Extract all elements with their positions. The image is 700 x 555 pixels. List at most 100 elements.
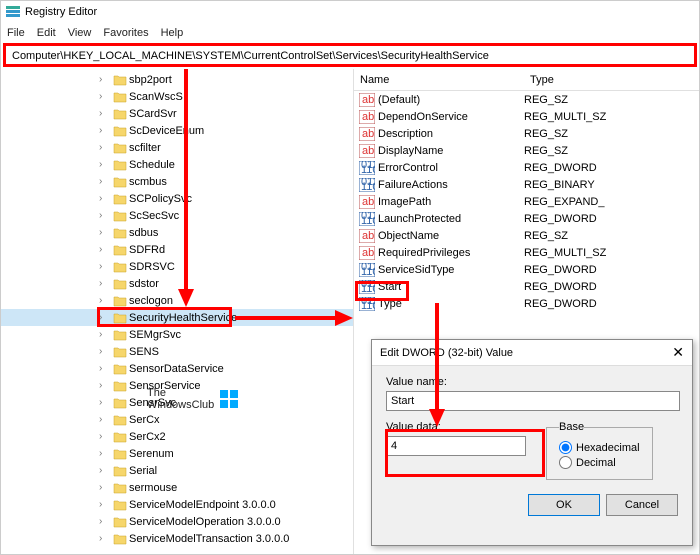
tree-item[interactable]: › SEMgrSvc [1, 326, 353, 343]
value-row[interactable]: ab(Default)REG_SZ [354, 91, 699, 108]
chevron-right-icon[interactable]: › [99, 465, 111, 476]
value-row[interactable]: 011110ServiceSidTypeREG_DWORD [354, 261, 699, 278]
window-title: Registry Editor [25, 6, 97, 18]
chevron-right-icon[interactable]: › [99, 312, 111, 323]
dec-label: Decimal [576, 457, 616, 469]
tree-item[interactable]: ›SecurityHealthService [1, 309, 353, 326]
dialog-titlebar[interactable]: Edit DWORD (32-bit) Value ✕ [372, 340, 692, 366]
chevron-right-icon[interactable]: › [99, 516, 111, 527]
address-input[interactable] [12, 50, 688, 62]
chevron-right-icon[interactable]: › [99, 176, 111, 187]
tree-item[interactable]: › scmbus [1, 173, 353, 190]
chevron-right-icon[interactable]: › [99, 329, 111, 340]
ok-button[interactable]: OK [528, 494, 600, 516]
tree-item[interactable]: ›Serial [1, 462, 353, 479]
menu-view[interactable]: View [68, 27, 92, 39]
tree-item[interactable]: › SENS [1, 343, 353, 360]
value-row[interactable]: abDependOnServiceREG_MULTI_SZ [354, 108, 699, 125]
chevron-right-icon[interactable]: › [99, 159, 111, 170]
chevron-right-icon[interactable]: › [99, 380, 111, 391]
chevron-right-icon[interactable]: › [99, 278, 111, 289]
value-name-input[interactable] [386, 391, 680, 411]
dec-radio[interactable] [559, 456, 572, 469]
menu-file[interactable]: File [7, 27, 25, 39]
tree-item[interactable]: › ServiceModelOperation 3.0.0.0 [1, 513, 353, 530]
value-row[interactable]: 011110FailureActionsREG_BINARY [354, 176, 699, 193]
chevron-right-icon[interactable]: › [99, 499, 111, 510]
menu-help[interactable]: Help [161, 27, 184, 39]
tree-item[interactable]: ›sdbus [1, 224, 353, 241]
chevron-right-icon[interactable]: › [99, 210, 111, 221]
chevron-right-icon[interactable]: › [99, 261, 111, 272]
tree-item[interactable]: ›ServiceModelTransaction 3.0.0.0 [1, 530, 353, 547]
chevron-right-icon[interactable]: › [99, 431, 111, 442]
tree-item-label: scmbus [129, 176, 167, 188]
cancel-button[interactable]: Cancel [606, 494, 678, 516]
tree-item[interactable]: ›sdstor [1, 275, 353, 292]
chevron-right-icon[interactable]: › [99, 125, 111, 136]
value-type: REG_DWORD [524, 162, 644, 174]
chevron-right-icon[interactable]: › [99, 142, 111, 153]
value-row[interactable]: 011110ErrorControlREG_DWORD [354, 159, 699, 176]
chevron-right-icon[interactable]: › [99, 346, 111, 357]
tree-item[interactable]: ›SerCx [1, 411, 353, 428]
chevron-right-icon[interactable]: › [99, 227, 111, 238]
tree-item-label: Serenum [129, 448, 174, 460]
chevron-right-icon[interactable]: › [99, 193, 111, 204]
menu-edit[interactable]: Edit [37, 27, 56, 39]
tree-item[interactable]: ›SensorDataService [1, 360, 353, 377]
chevron-right-icon[interactable]: › [99, 91, 111, 102]
tree-item[interactable]: › seclogon [1, 292, 353, 309]
tree-item[interactable]: ›SCPolicySvc [1, 190, 353, 207]
address-bar[interactable] [5, 45, 695, 67]
tree-item[interactable]: ›sermouse [1, 479, 353, 496]
value-row[interactable]: abDescriptionREG_SZ [354, 125, 699, 142]
tree-item-label: ServiceModelOperation 3.0.0.0 [129, 516, 281, 528]
tree-item[interactable]: › sbp2port [1, 71, 353, 88]
value-type: REG_SZ [524, 145, 644, 157]
value-row[interactable]: 011110TypeREG_DWORD [354, 295, 699, 312]
value-data-input[interactable] [386, 436, 526, 456]
chevron-right-icon[interactable]: › [99, 363, 111, 374]
tree-item-label: seclogon [129, 295, 173, 307]
tree-item[interactable]: ›SCardSvr [1, 105, 353, 122]
hex-radio[interactable] [559, 441, 572, 454]
tree-item-label: SENS [129, 346, 159, 358]
chevron-right-icon[interactable]: › [99, 295, 111, 306]
tree-item[interactable]: ›SDRSVC [1, 258, 353, 275]
tree-item[interactable]: › Serenum [1, 445, 353, 462]
value-name: DependOnService [378, 111, 524, 123]
tree-item[interactable]: ›ScSecSvc [1, 207, 353, 224]
chevron-right-icon[interactable]: › [99, 482, 111, 493]
value-row[interactable]: abImagePathREG_EXPAND_ [354, 193, 699, 210]
column-type[interactable]: Type [524, 74, 644, 86]
chevron-right-icon[interactable]: › [99, 533, 111, 544]
watermark-line2: WindowsClub [147, 399, 214, 411]
value-row[interactable]: abObjectNameREG_SZ [354, 227, 699, 244]
close-icon[interactable]: ✕ [672, 344, 684, 361]
value-row[interactable]: abDisplayNameREG_SZ [354, 142, 699, 159]
chevron-right-icon[interactable]: › [99, 244, 111, 255]
tree-item-label: SEMgrSvc [129, 329, 181, 341]
value-row[interactable]: 011110StartREG_DWORD [354, 278, 699, 295]
tree-pane[interactable]: › sbp2port ›ScanWscS›SCardSvr›ScDeviceEnum… [1, 69, 353, 554]
chevron-right-icon[interactable]: › [99, 414, 111, 425]
tree-item[interactable]: › Schedule [1, 156, 353, 173]
tree-item-label: sbp2port [129, 74, 172, 86]
tree-item[interactable]: ›ServiceModelEndpoint 3.0.0.0 [1, 496, 353, 513]
column-name[interactable]: Name [354, 74, 524, 86]
value-row[interactable]: abRequiredPrivilegesREG_MULTI_SZ [354, 244, 699, 261]
menu-favorites[interactable]: Favorites [103, 27, 148, 39]
chevron-right-icon[interactable]: › [99, 108, 111, 119]
tree-item[interactable]: ›scfilter [1, 139, 353, 156]
tree-item[interactable]: ›ScanWscS [1, 88, 353, 105]
value-row[interactable]: 011110LaunchProtectedREG_DWORD [354, 210, 699, 227]
tree-item-label: Schedule [129, 159, 175, 171]
tree-item[interactable]: ›SDFRd [1, 241, 353, 258]
chevron-right-icon[interactable]: › [99, 448, 111, 459]
base-label: Base [559, 421, 584, 433]
tree-item[interactable]: ›ScDeviceEnum [1, 122, 353, 139]
chevron-right-icon[interactable]: › [99, 74, 111, 85]
tree-item[interactable]: ›SerCx2 [1, 428, 353, 445]
chevron-right-icon[interactable]: › [99, 397, 111, 408]
